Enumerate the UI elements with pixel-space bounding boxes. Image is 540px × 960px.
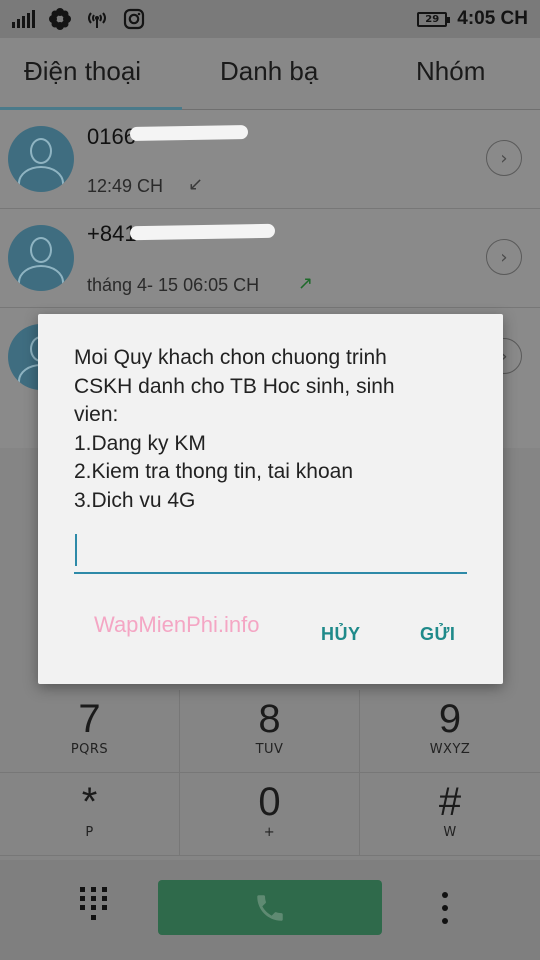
more-options-icon[interactable] <box>440 890 450 926</box>
redaction-scribble <box>129 223 276 241</box>
key-digit: 9 <box>438 697 462 741</box>
call-time: tháng 4- 15 06:05 CH <box>87 275 260 295</box>
key-letters: TUV <box>255 742 284 757</box>
tab-contacts[interactable]: Danh bạ <box>220 56 318 87</box>
call-log-row[interactable]: +841 tháng 4- 15 06:05 CH ↗ › <box>0 209 540 308</box>
call-button[interactable] <box>158 880 382 935</box>
dial-key-8[interactable]: 8 TUV <box>180 690 360 773</box>
dialog-message: Moi Quy khach chon chuong trinh CSKH dan… <box>74 344 484 515</box>
contact-avatar-icon <box>8 126 74 192</box>
contact-avatar-icon <box>8 225 74 291</box>
dialog-message-line: 1.Dang ky KM <box>74 431 206 455</box>
outgoing-call-icon: ↗ <box>298 273 314 294</box>
instagram-icon <box>123 8 145 30</box>
dial-key-0[interactable]: 0 + <box>180 773 360 856</box>
key-digit: 8 <box>258 697 281 741</box>
call-details-button[interactable]: › <box>486 140 522 176</box>
dial-key-hash[interactable]: # W <box>360 773 540 856</box>
call-number: 0166 <box>87 124 136 149</box>
text-cursor <box>75 534 77 566</box>
dialog-message-line: 3.Dich vu 4G <box>74 488 196 512</box>
call-log-row[interactable]: 0166 12:49 CH ↙ › <box>0 110 540 209</box>
key-digit: 7 <box>78 697 101 741</box>
key-letters: + <box>263 825 276 840</box>
phone-icon <box>257 894 283 921</box>
key-letters: P <box>85 825 94 840</box>
send-button[interactable]: GỬI <box>420 624 455 645</box>
tab-phone[interactable]: Điện thoại <box>24 56 141 87</box>
key-digit: 0 <box>258 780 281 824</box>
battery-level: 29 <box>425 13 440 25</box>
dialog-message-line: CSKH danh cho TB Hoc sinh, sinh <box>74 374 395 398</box>
redaction-scribble <box>129 124 249 142</box>
key-letters: PQRS <box>70 742 109 757</box>
tab-groups[interactable]: Nhóm <box>416 56 485 87</box>
call-time: 12:49 CH <box>87 176 164 196</box>
dialog-message-line: vien: <box>74 403 119 426</box>
signal-icon <box>12 10 35 28</box>
battery-icon: 29 <box>417 11 451 27</box>
incoming-call-icon: ↙ <box>188 174 204 195</box>
key-letters: WXYZ <box>429 742 471 757</box>
watermark: WapMienPhi.info <box>94 612 260 637</box>
cancel-button[interactable]: HỦY <box>321 624 361 645</box>
ussd-reply-input[interactable] <box>74 526 467 574</box>
dial-key-9[interactable]: 9 WXYZ <box>360 690 540 773</box>
key-letters: W <box>443 825 457 840</box>
dialog-message-line: Moi Quy khach chon chuong trinh <box>74 346 387 369</box>
dialpad-toggle-icon[interactable] <box>78 885 110 925</box>
key-digit: * <box>81 780 98 824</box>
clock: 4:05 CH <box>457 8 528 29</box>
status-bar: 29 4:05 CH <box>0 0 540 38</box>
dial-key-star[interactable]: * P <box>0 773 180 856</box>
tab-bar: Điện thoại Danh bạ Nhóm <box>0 38 540 110</box>
ussd-dialog: Moi Quy khach chon chuong trinh CSKH dan… <box>38 314 503 684</box>
dialog-message-line: 2.Kiem tra thong tin, tai khoan <box>74 460 353 483</box>
flower-icon <box>49 8 71 30</box>
key-digit: # <box>438 780 462 824</box>
wifi-hotspot-icon <box>88 12 106 28</box>
call-details-button[interactable]: › <box>486 239 522 275</box>
dial-key-7[interactable]: 7 PQRS <box>0 690 180 773</box>
